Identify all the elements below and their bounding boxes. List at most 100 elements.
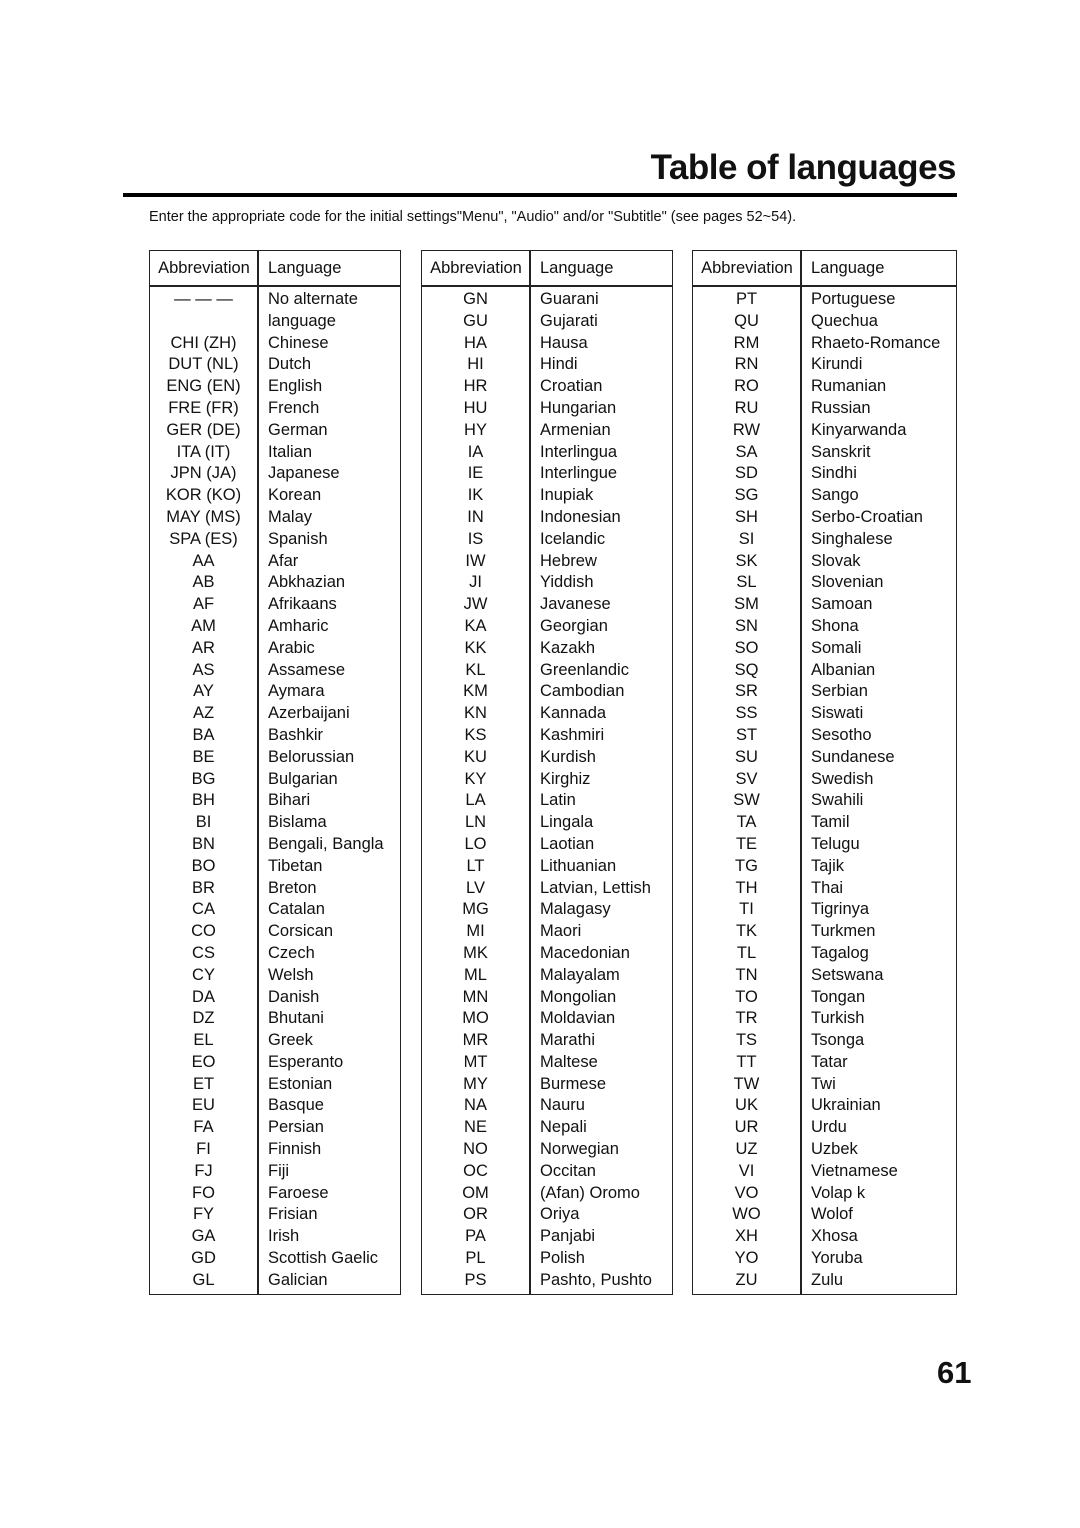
language-cell: Icelandic: [540, 529, 606, 548]
language-cell: Quechua: [811, 311, 878, 330]
abbreviation-cell: LT: [466, 856, 485, 875]
abbreviation-cell: PA: [465, 1227, 486, 1246]
table-row: LO Laotian: [422, 834, 672, 856]
abbreviation-cell: RO: [734, 377, 759, 396]
abbreviation-cell: UR: [734, 1118, 759, 1137]
table-row: PS Pashto, Pushto: [422, 1270, 672, 1292]
language-cell: Bulgarian: [268, 769, 338, 788]
abbreviation-cell: TS: [735, 1031, 758, 1050]
abbreviation-cell: FRE (FR): [168, 398, 239, 417]
abbreviation-cell: LA: [465, 791, 486, 810]
language-cell: Kirundi: [811, 355, 863, 374]
language-cell: Malagasy: [540, 900, 611, 919]
language-cell: Interlingua: [540, 442, 618, 461]
table-row: GER (DE) German: [150, 420, 400, 442]
language-cell: Lithuanian: [540, 856, 617, 875]
language-cell: Italian: [268, 442, 313, 461]
table-row: FRE (FR) French: [150, 398, 400, 420]
language-cell: Bihari: [268, 791, 311, 810]
abbreviation-cell: DUT (NL): [168, 355, 239, 374]
language-cell: Wolof: [811, 1205, 853, 1224]
table-row: PT Portuguese: [693, 289, 956, 311]
abbreviation-cell: GER (DE): [166, 420, 241, 439]
abbreviation-cell: LO: [464, 834, 487, 853]
header-divider: [693, 285, 956, 287]
language-cell: Hebrew: [540, 551, 597, 570]
abbreviation-cell: SD: [735, 464, 758, 483]
table-row: SH Serbo-Croatian: [693, 507, 956, 529]
abbreviation-cell: RM: [733, 333, 760, 352]
abbreviation-cell: NA: [464, 1096, 487, 1115]
abbreviation-cell: DA: [192, 987, 215, 1006]
language-cell: Scottish Gaelic: [268, 1249, 379, 1268]
abbreviation-cell: ST: [735, 725, 758, 744]
table-row: TE Telugu: [693, 834, 956, 856]
abbreviation-cell: EO: [191, 1052, 216, 1071]
language-cell: Kinyarwanda: [811, 420, 907, 439]
table-row: LA Latin: [422, 790, 672, 812]
table-row: WO Wolof: [693, 1204, 956, 1226]
abbreviation-cell: SI: [738, 529, 755, 548]
header-abbreviation: Abbreviation: [701, 259, 793, 277]
language-table-1: Abbreviation Language — — — No alternate l…: [149, 250, 401, 1295]
table-row: TL Tagalog: [693, 943, 956, 965]
language-cell: Polish: [540, 1249, 585, 1268]
table-row: RN Kirundi: [693, 354, 956, 376]
language-cell: Swedish: [811, 769, 874, 788]
abbreviation-cell: KM: [463, 682, 488, 701]
table-row: SL Slovenian: [693, 572, 956, 594]
abbreviation-cell: PS: [464, 1270, 487, 1289]
language-cell: Turkmen: [811, 922, 876, 941]
language-cell: Arabic: [268, 638, 315, 657]
language-cell: Esperanto: [268, 1052, 344, 1071]
language-cell: Tajik: [811, 856, 845, 875]
language-cell: Korean: [268, 486, 322, 505]
header-language: Language: [540, 259, 614, 277]
table-row: IW Hebrew: [422, 551, 672, 573]
abbreviation-cell: LN: [464, 813, 487, 832]
table-row: NO Norwegian: [422, 1139, 672, 1161]
abbreviation-cell: OR: [463, 1205, 488, 1224]
abbreviation-cell: GA: [191, 1227, 216, 1246]
abbreviation-cell: MY: [463, 1074, 488, 1093]
language-cell: Telugu: [811, 834, 860, 853]
abbreviation-cell: TI: [739, 900, 754, 919]
table-row: VI Vietnamese: [693, 1161, 956, 1183]
table-row: DUT (NL) Dutch: [150, 354, 400, 376]
abbreviation-cell: EU: [192, 1096, 215, 1115]
abbreviation-cell: IW: [465, 551, 486, 570]
language-cell: No alternate: [268, 290, 358, 308]
abbreviation-cell: MN: [462, 987, 489, 1006]
table-row: MAY (MS) Malay: [150, 507, 400, 529]
language-cell: Uzbek: [811, 1140, 858, 1159]
language-cell: Turkish: [811, 1009, 865, 1028]
language-cell: Kashmiri: [540, 725, 605, 744]
abbreviation-cell: ZU: [735, 1270, 758, 1289]
language-cell: Kirghiz: [540, 769, 591, 788]
language-cell: German: [268, 420, 328, 439]
table-row: AS Assamese: [150, 660, 400, 682]
abbreviation-cell: IK: [467, 486, 484, 505]
language-cell: Albanian: [811, 660, 876, 679]
language-cell: Nepali: [540, 1118, 587, 1137]
language-cell: Catalan: [268, 900, 325, 919]
table-row: KOR (KO) Korean: [150, 485, 400, 507]
table-row: SV Swedish: [693, 769, 956, 791]
abbreviation-cell: SO: [734, 638, 759, 657]
language-cell: Serbian: [811, 682, 868, 701]
table-row: BE Belorussian: [150, 747, 400, 769]
abbreviation-cell: IA: [467, 442, 484, 461]
language-cell: (Afan) Oromo: [540, 1183, 640, 1202]
table-row: BR Breton: [150, 878, 400, 900]
abbreviation-cell: BA: [192, 725, 215, 744]
language-cell: Hungarian: [540, 398, 617, 417]
language-cell: Estonian: [268, 1074, 333, 1093]
language-cell: Kurdish: [540, 747, 596, 766]
table-row: MT Maltese: [422, 1052, 672, 1074]
table-row: KS Kashmiri: [422, 725, 672, 747]
table-row: FI Finnish: [150, 1139, 400, 1161]
table-row: ML Malayalam: [422, 965, 672, 987]
table-row: CO Corsican: [150, 921, 400, 943]
table-row: ENG (EN) English: [150, 376, 400, 398]
abbreviation-cell: FI: [196, 1140, 211, 1159]
